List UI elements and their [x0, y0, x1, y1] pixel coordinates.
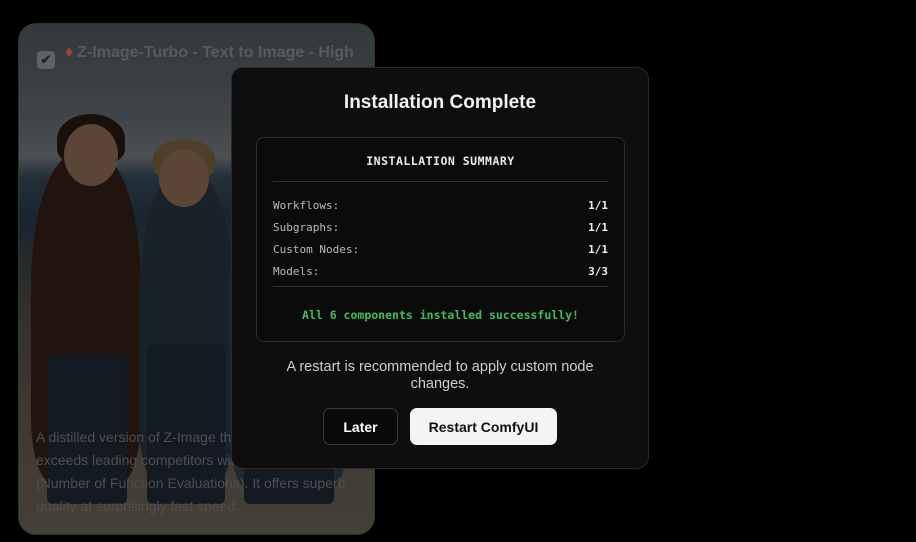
success-message: All 6 components installed successfully!	[302, 308, 579, 322]
flame-icon: ♦	[65, 44, 74, 61]
later-button[interactable]: Later	[323, 408, 398, 445]
summary-heading: INSTALLATION SUMMARY	[366, 154, 515, 168]
summary-rows: Workflows: 1/1 Subgraphs: 1/1 Custom Nod…	[273, 194, 608, 282]
summary-row-label: Subgraphs:	[273, 220, 340, 234]
summary-row-subgraphs: Subgraphs: 1/1	[273, 216, 608, 238]
template-card-title: ♦ Z-Image-Turbo - Text to Image - High	[65, 44, 354, 61]
summary-row-value: 3/3	[588, 264, 608, 278]
summary-row-value: 1/1	[588, 198, 608, 212]
select-checkbox[interactable]: ✔	[37, 51, 55, 69]
installation-complete-dialog: Installation Complete INSTALLATION SUMMA…	[231, 67, 649, 469]
summary-row-models: Models: 3/3	[273, 260, 608, 282]
summary-row-value: 1/1	[588, 242, 608, 256]
restart-comfyui-button[interactable]: Restart ComfyUI	[410, 408, 557, 445]
summary-row-label: Models:	[273, 264, 320, 278]
installation-summary-panel: INSTALLATION SUMMARY Workflows: 1/1 Subg…	[256, 137, 625, 342]
summary-row-label: Workflows:	[273, 198, 340, 212]
summary-row-workflows: Workflows: 1/1	[273, 194, 608, 216]
screen: ✔ ♦ Z-Image-Turbo - Text to Image - High …	[0, 0, 916, 542]
summary-row-value: 1/1	[588, 220, 608, 234]
summary-row-custom-nodes: Custom Nodes: 1/1	[273, 238, 608, 260]
template-card-header: ✔ ♦ Z-Image-Turbo - Text to Image - High	[37, 42, 360, 69]
divider	[273, 181, 608, 182]
divider	[273, 286, 608, 287]
restart-recommendation: A restart is recommended to apply custom…	[286, 359, 594, 392]
dialog-title: Installation Complete	[343, 92, 537, 113]
summary-row-label: Custom Nodes:	[273, 242, 360, 256]
